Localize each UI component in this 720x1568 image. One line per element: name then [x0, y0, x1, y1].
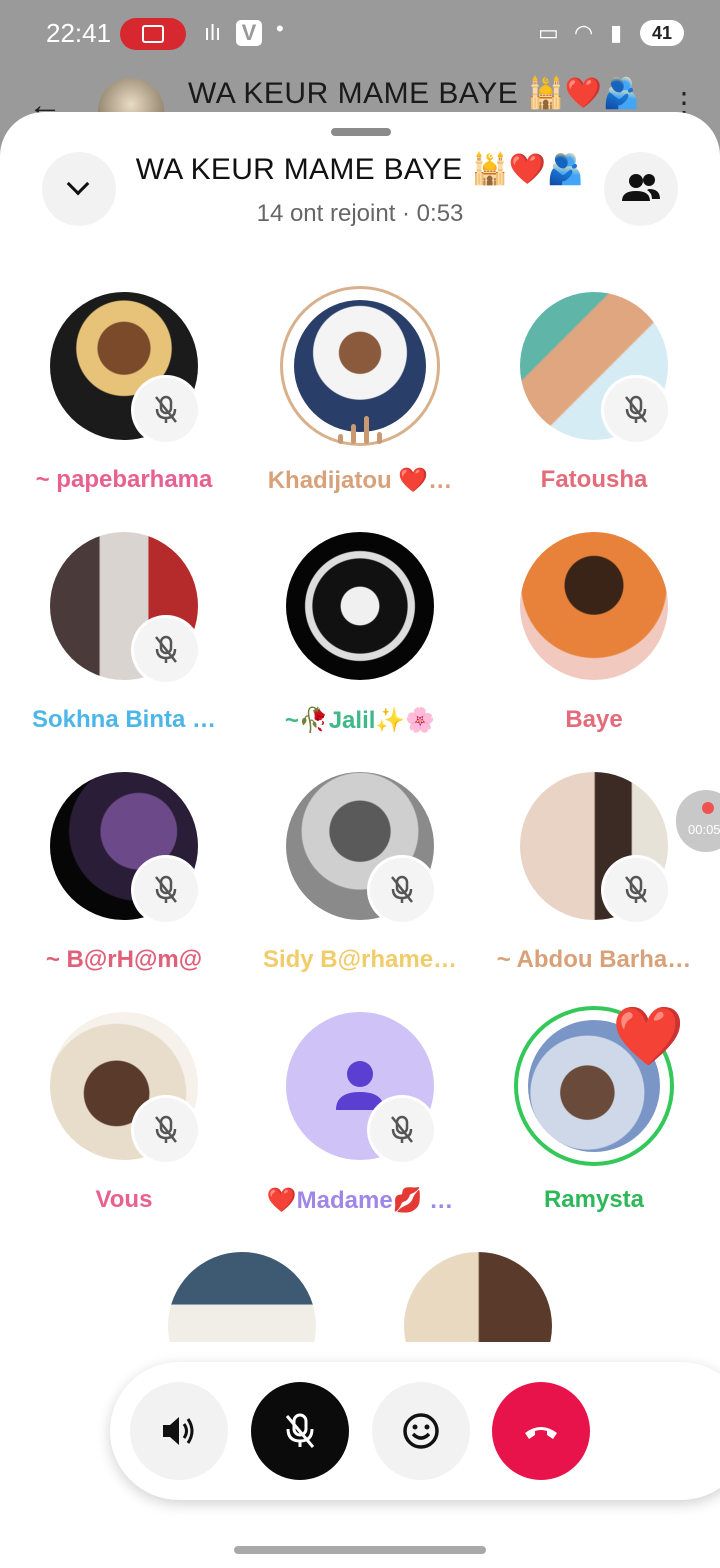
participant-tile[interactable]: ❤️Madame💋 … [260, 1012, 460, 1222]
audio-level-indicator [338, 416, 382, 444]
mic-off-icon [391, 875, 413, 903]
call-participants-duration: 14 ont rejoint · 0:53 [256, 200, 464, 227]
participant-tile[interactable] [378, 1252, 578, 1342]
audio-waves-icon: ılı [204, 20, 222, 45]
heart-reaction: ❤️ [612, 1004, 685, 1069]
notification-dot-icon: • [276, 16, 284, 41]
mic-off-icon [155, 635, 177, 663]
participant-tile[interactable]: ❤️ Ramysta [494, 1006, 694, 1222]
muted-mic-indicator [604, 378, 668, 442]
chevron-down-icon [66, 172, 90, 196]
participant-avatar [168, 1252, 316, 1342]
battery-indicator: 41 [640, 20, 684, 46]
record-dot-icon [702, 802, 714, 814]
participant-tile[interactable]: Sokhna Binta … [24, 532, 224, 742]
participant-tile[interactable]: ~ B@rH@m@ [24, 772, 224, 982]
muted-mic-indicator [604, 858, 668, 922]
chat-title: WA KEUR MAME BAYE 🕌❤️🫂 [188, 77, 641, 110]
participants-button[interactable] [604, 152, 678, 226]
muted-mic-indicator [370, 1098, 434, 1162]
participant-avatar [286, 532, 434, 680]
mic-off-icon [391, 1115, 413, 1143]
recording-time: 00:05 [688, 822, 720, 837]
drag-handle[interactable] [331, 128, 391, 136]
screen-record-indicator[interactable] [120, 18, 186, 50]
call-controls [110, 1362, 720, 1500]
participant-tile[interactable]: Vous [24, 1012, 224, 1222]
muted-mic-indicator [134, 618, 198, 682]
people-icon [622, 174, 660, 201]
signal-icon: ▮ [610, 20, 623, 45]
mic-off-icon [155, 1115, 177, 1143]
muted-mic-indicator [370, 858, 434, 922]
participant-name: ~ Abdou Barha… [496, 946, 692, 973]
participant-name: Vous [95, 1186, 153, 1213]
muted-mic-indicator [134, 378, 198, 442]
muted-mic-indicator [134, 858, 198, 922]
cast-icon: ▭ [538, 20, 559, 45]
emoji-icon [403, 1413, 439, 1449]
reaction-button[interactable] [372, 1382, 470, 1480]
participant-tile[interactable] [142, 1252, 342, 1342]
participant-name: Khadijatou ❤️… [267, 467, 453, 494]
participant-tile[interactable]: Fatousha [494, 292, 694, 502]
mute-toggle-button[interactable] [251, 1382, 349, 1480]
end-call-icon [525, 1427, 557, 1439]
speaker-button[interactable] [130, 1382, 228, 1480]
participant-name: ~ papebarhama [35, 466, 213, 493]
collapse-button[interactable] [42, 152, 116, 226]
participant-tile[interactable]: ~ Abdou Barha… [494, 772, 694, 982]
end-call-button[interactable] [492, 1382, 590, 1480]
call-title: WA KEUR MAME BAYE 🕌❤️🫂 [135, 153, 585, 186]
participant-tile[interactable]: Baye [494, 532, 694, 742]
participant-tile[interactable]: ~ papebarhama [24, 292, 224, 502]
participant-name: Sokhna Binta … [31, 706, 217, 733]
wifi-icon: ◠ [574, 20, 594, 45]
mic-off-icon [625, 395, 647, 423]
clock: 22:41 [46, 18, 112, 48]
participant-name: ❤️Madame💋 … [266, 1187, 454, 1214]
speaker-icon [163, 1417, 194, 1445]
participant-name: Baye [565, 706, 623, 733]
participant-avatar [404, 1252, 552, 1342]
participant-tile[interactable]: Sidy B@rhame… [260, 772, 460, 982]
participant-name: Sidy B@rhame… [262, 946, 458, 973]
status-bar: 22:41 ılı V • ▭ ◠ ▮ 41 [0, 0, 720, 70]
participant-tile[interactable]: Khadijatou ❤️… [260, 286, 460, 502]
screen-record-icon [142, 25, 164, 43]
participant-avatar [294, 300, 426, 432]
participant-avatar [520, 532, 668, 680]
participant-name: ~ B@rH@m@ [45, 946, 203, 973]
mic-off-icon [155, 875, 177, 903]
mic-off-icon [155, 395, 177, 423]
app-v-icon: V [236, 20, 262, 46]
participant-tile[interactable]: ~🥀Jalil✨🌸 [260, 532, 460, 742]
participant-name: ~🥀Jalil✨🌸 [284, 707, 436, 734]
participant-name: Ramysta [543, 1186, 645, 1213]
muted-mic-indicator [134, 1098, 198, 1162]
home-indicator [234, 1546, 486, 1554]
mic-off-icon [625, 875, 647, 903]
voice-chat-sheet: WA KEUR MAME BAYE 🕌❤️🫂 14 ont rejoint · … [0, 112, 720, 1568]
mic-off-icon [285, 1413, 315, 1448]
participant-name: Fatousha [540, 466, 648, 493]
